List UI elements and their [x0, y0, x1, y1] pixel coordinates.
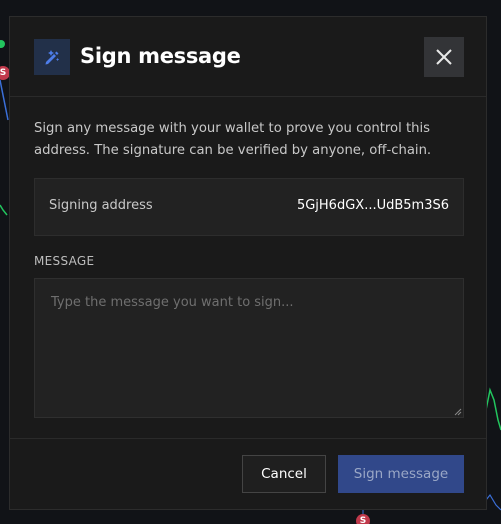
sign-message-dialog: Sign message Sign any message with your … — [9, 16, 487, 510]
resize-handle-icon[interactable] — [454, 408, 462, 416]
message-label: MESSAGE — [34, 254, 95, 268]
dialog-description: Sign any message with your wallet to pro… — [34, 121, 432, 158]
trade-marker: S — [356, 514, 370, 524]
dialog-header: Sign message — [10, 17, 486, 97]
dialog-title: Sign message — [80, 44, 241, 68]
signing-address-label: Signing address — [49, 198, 153, 213]
pen-sign-icon — [34, 39, 70, 75]
sign-message-button[interactable]: Sign message — [338, 455, 464, 493]
trade-marker-label: S — [359, 516, 367, 524]
cancel-button[interactable]: Cancel — [242, 455, 326, 493]
footer-divider — [10, 438, 486, 439]
message-input[interactable] — [34, 278, 464, 418]
close-button[interactable] — [424, 37, 464, 77]
signing-address-value: 5GjH6dGX...UdB5m3S6 — [296, 198, 449, 213]
trade-marker-label: S — [0, 68, 7, 78]
close-icon — [436, 49, 452, 65]
signing-address-row: Signing address 5GjH6dGX...UdB5m3S6 — [34, 178, 464, 236]
